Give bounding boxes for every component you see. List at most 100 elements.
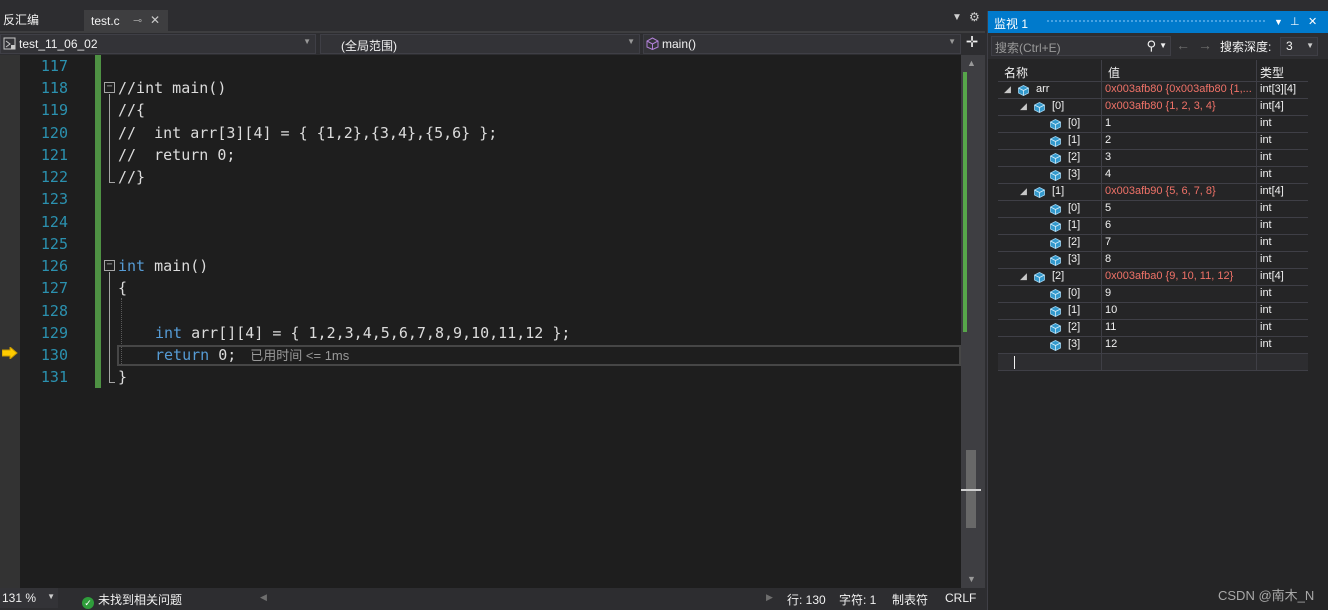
watch-value[interactable]: 6 bbox=[1105, 219, 1255, 231]
watch-value[interactable]: 9 bbox=[1105, 287, 1255, 299]
perf-tip[interactable]: 已用时间 <= 1ms bbox=[250, 348, 349, 363]
expand-toggle-icon[interactable]: ◢ bbox=[1020, 271, 1027, 282]
eol-indicator[interactable]: CRLF bbox=[945, 591, 976, 605]
forward-arrow-icon[interactable]: → bbox=[1198, 37, 1212, 53]
search-placeholder: 搜索(Ctrl+E) bbox=[995, 41, 1061, 55]
watch-name: [2] bbox=[1068, 321, 1081, 333]
column-separator bbox=[1256, 252, 1257, 269]
watch-value[interactable]: 2 bbox=[1105, 134, 1255, 146]
window-menu-icon[interactable]: ▼ bbox=[1274, 17, 1283, 27]
watch-search-input[interactable]: 搜索(Ctrl+E) ⚲ ▼ bbox=[991, 36, 1171, 56]
tab-label: test.c bbox=[91, 14, 120, 28]
watch-row[interactable]: [3] 12 int bbox=[998, 337, 1308, 354]
watch-value[interactable]: 7 bbox=[1105, 236, 1255, 248]
code-line: 130 return 0; 已用时间 <= 1ms bbox=[0, 344, 960, 366]
watch-row[interactable]: [0] 1 int bbox=[998, 116, 1308, 133]
pin-icon[interactable]: ⊸ bbox=[133, 14, 142, 27]
scroll-right-icon[interactable]: ▶ bbox=[766, 592, 773, 603]
search-depth-combo[interactable]: 3 ▼ bbox=[1280, 37, 1318, 56]
chevron-down-icon: ▼ bbox=[948, 37, 956, 46]
pin-icon[interactable]: ⊥ bbox=[1290, 15, 1300, 28]
watch-name: [0] bbox=[1068, 117, 1081, 129]
line-number: 130 bbox=[40, 346, 68, 364]
code-area[interactable]: − − 117 118//int main() 119//{ 120// int… bbox=[0, 55, 985, 588]
scroll-up-icon[interactable]: ▲ bbox=[967, 58, 976, 68]
watch-title: 监视 1 bbox=[994, 17, 1029, 31]
watch-row[interactable]: [0] 9 int bbox=[998, 286, 1308, 303]
expand-toggle-icon[interactable]: ◢ bbox=[1020, 101, 1027, 112]
line-number: 129 bbox=[40, 324, 68, 342]
watch-value[interactable]: 10 bbox=[1105, 304, 1255, 316]
vertical-scrollbar[interactable]: ▲ ▼ bbox=[961, 55, 985, 588]
search-icon[interactable]: ⚲ bbox=[1146, 38, 1156, 54]
scroll-left-icon[interactable]: ◀ bbox=[260, 592, 267, 603]
tabs-indicator[interactable]: 制表符 bbox=[892, 591, 928, 608]
scope-combo[interactable]: (全局范围) ▼ bbox=[320, 34, 640, 54]
watch-row[interactable]: [1] 6 int bbox=[998, 218, 1308, 235]
watch-value[interactable]: 8 bbox=[1105, 253, 1255, 265]
back-arrow-icon[interactable]: ← bbox=[1176, 37, 1190, 53]
scroll-down-icon[interactable]: ▼ bbox=[967, 574, 976, 584]
variable-icon bbox=[1034, 102, 1045, 113]
watch-type: int bbox=[1260, 134, 1272, 146]
watch-row[interactable]: [1] 10 int bbox=[998, 303, 1308, 320]
column-separator bbox=[1101, 99, 1102, 116]
function-combo[interactable]: main() ▼ bbox=[643, 34, 961, 54]
watch-row[interactable]: [2] 11 int bbox=[998, 320, 1308, 337]
line-indicator[interactable]: 行: 130 bbox=[787, 591, 826, 608]
watch-row[interactable]: [0] 5 int bbox=[998, 201, 1308, 218]
watch-type: int bbox=[1260, 117, 1272, 129]
zoom-combo[interactable]: 131 % ▼ bbox=[0, 588, 58, 608]
column-separator bbox=[1101, 82, 1102, 99]
chevron-down-icon[interactable]: ▼ bbox=[1159, 41, 1167, 50]
watch-row[interactable]: [3] 4 int bbox=[998, 167, 1308, 184]
watch-value[interactable]: 1 bbox=[1105, 117, 1255, 129]
expand-toggle-icon[interactable]: ◢ bbox=[1004, 84, 1011, 95]
char-indicator[interactable]: 字符: 1 bbox=[839, 591, 876, 608]
line-text: //{ bbox=[118, 101, 146, 119]
watch-new-item-row[interactable] bbox=[998, 354, 1308, 371]
gear-icon[interactable]: ⚙ bbox=[969, 10, 980, 24]
watch-value[interactable]: 0x003afb80 {1, 2, 3, 4} bbox=[1105, 100, 1255, 112]
watch-row[interactable]: ◢ [1] 0x003afb90 {5, 6, 7, 8} int[4] bbox=[998, 184, 1308, 201]
expand-toggle-icon[interactable]: ◢ bbox=[1020, 186, 1027, 197]
variable-icon bbox=[1034, 187, 1045, 198]
watch-row[interactable]: [2] 3 int bbox=[998, 150, 1308, 167]
split-window-icon[interactable]: ✛ bbox=[963, 35, 981, 53]
column-separator[interactable] bbox=[1101, 60, 1102, 82]
watch-value[interactable]: 5 bbox=[1105, 202, 1255, 214]
chevron-down-icon: ▼ bbox=[47, 592, 55, 601]
watch-row[interactable]: [1] 2 int bbox=[998, 133, 1308, 150]
watch-row[interactable]: ◢ arr 0x003afb80 {0x003afb80 {1,... int[3][… bbox=[998, 82, 1308, 99]
tab-list-dropdown-icon[interactable]: ▼ bbox=[952, 12, 962, 23]
line-text: //int main() bbox=[118, 79, 227, 97]
watch-type: int[4] bbox=[1260, 185, 1284, 197]
watch-row[interactable]: ◢ [0] 0x003afb80 {1, 2, 3, 4} int[4] bbox=[998, 99, 1308, 116]
issues-indicator[interactable]: ✓ 未找到相关问题 bbox=[82, 591, 182, 609]
watch-row[interactable]: [2] 7 int bbox=[998, 235, 1308, 252]
watch-name: [1] bbox=[1068, 304, 1081, 316]
column-type-header[interactable]: 类型 bbox=[1260, 64, 1284, 81]
watch-row[interactable]: ◢ [2] 0x003afba0 {9, 10, 11, 12} int[4] bbox=[998, 269, 1308, 286]
project-combo[interactable]: test_11_06_02 ▼ bbox=[0, 34, 316, 54]
watch-type: int bbox=[1260, 304, 1272, 316]
column-value-header[interactable]: 值 bbox=[1108, 64, 1120, 81]
watch-title-bar[interactable]: 监视 1 ▼ ⊥ ✕ bbox=[988, 11, 1328, 33]
watch-row[interactable]: [3] 8 int bbox=[998, 252, 1308, 269]
column-name-header[interactable]: 名称 bbox=[1004, 64, 1028, 81]
close-icon[interactable]: ✕ bbox=[150, 13, 160, 27]
column-separator bbox=[1256, 235, 1257, 252]
return-statement: return 0; bbox=[155, 346, 237, 364]
column-separator[interactable] bbox=[1256, 60, 1257, 82]
watch-value[interactable]: 3 bbox=[1105, 151, 1255, 163]
watch-value[interactable]: 4 bbox=[1105, 168, 1255, 180]
close-icon[interactable]: ✕ bbox=[1308, 15, 1317, 28]
watch-value[interactable]: 12 bbox=[1105, 338, 1255, 350]
tab-disassembly[interactable]: 反汇编 bbox=[3, 11, 39, 28]
watch-toolbar: 搜索(Ctrl+E) ⚲ ▼ ← → 搜索深度: 3 ▼ bbox=[988, 33, 1328, 59]
watch-value[interactable]: 0x003afb80 {0x003afb80 {1,... bbox=[1105, 83, 1255, 95]
watch-value[interactable]: 11 bbox=[1105, 321, 1255, 333]
watch-value[interactable]: 0x003afba0 {9, 10, 11, 12} bbox=[1105, 270, 1255, 282]
tab-test-c[interactable]: test.c ⊸ ✕ bbox=[84, 10, 168, 33]
watch-value[interactable]: 0x003afb90 {5, 6, 7, 8} bbox=[1105, 185, 1255, 197]
